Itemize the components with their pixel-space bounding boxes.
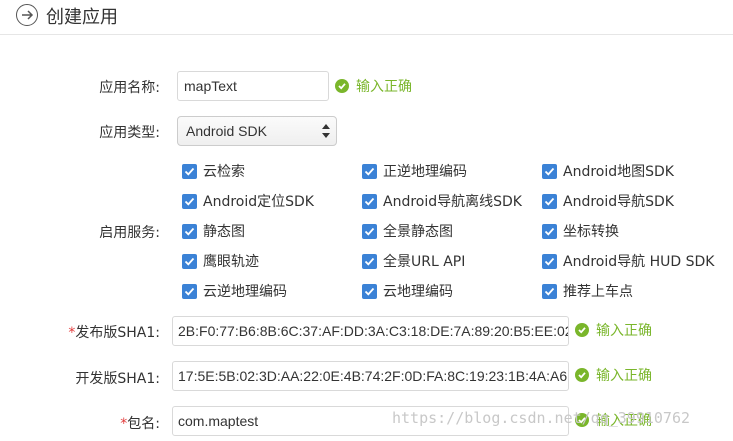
checkbox-checked-icon xyxy=(362,253,377,269)
service-label: 云地理编码 xyxy=(383,284,453,300)
select-arrows-icon xyxy=(322,124,330,138)
dev-sha1-input[interactable]: 17:5E:5B:02:3D:AA:22:0E:4B:74:2F:0D:FA:8… xyxy=(172,361,569,391)
release-sha1-input[interactable]: 2B:F0:77:B6:8B:6C:37:AF:DD:3A:C3:18:DE:7… xyxy=(172,316,569,346)
service-label: Android导航 HUD SDK xyxy=(563,254,715,270)
release-sha1-valid-text: 输入正确 xyxy=(596,323,652,339)
service-label: Android导航离线SDK xyxy=(383,194,522,210)
checkbox-checked-icon xyxy=(182,253,197,269)
service-label: 云逆地理编码 xyxy=(203,284,287,300)
service-checkbox[interactable]: 云地理编码 xyxy=(362,281,453,301)
check-circle-icon xyxy=(575,413,589,427)
service-checkbox[interactable]: Android导航离线SDK xyxy=(362,191,522,211)
page-header: 创建应用 xyxy=(0,0,733,34)
service-checkbox[interactable]: Android定位SDK xyxy=(182,191,314,211)
app-name-label: 应用名称: xyxy=(99,80,160,96)
service-label: 坐标转换 xyxy=(563,224,619,240)
checkbox-checked-icon xyxy=(542,163,557,179)
service-label: Android定位SDK xyxy=(203,194,314,210)
package-input[interactable]: com.maptest xyxy=(172,406,569,436)
dev-sha1-valid-text: 输入正确 xyxy=(596,368,652,384)
package-valid: 输入正确 xyxy=(575,410,652,430)
app-type-label: 应用类型: xyxy=(99,125,160,141)
app-name-valid: 输入正确 xyxy=(335,76,412,96)
checkbox-checked-icon xyxy=(542,223,557,239)
app-name-input[interactable]: mapText xyxy=(177,71,329,101)
check-circle-icon xyxy=(575,323,589,337)
service-label: Android地图SDK xyxy=(563,164,674,180)
release-sha1-label: *发布版SHA1: xyxy=(0,322,160,342)
service-checkbox[interactable]: 鹰眼轨迹 xyxy=(182,251,259,271)
checkbox-checked-icon xyxy=(362,193,377,209)
page-title: 创建应用 xyxy=(46,7,118,28)
service-label: 鹰眼轨迹 xyxy=(203,254,259,270)
checkbox-checked-icon xyxy=(542,253,557,269)
service-checkbox[interactable]: 云逆地理编码 xyxy=(182,281,287,301)
header-divider xyxy=(0,34,733,35)
service-label: 静态图 xyxy=(203,224,245,240)
app-type-select[interactable]: Android SDK xyxy=(177,116,337,146)
service-checkbox[interactable]: Android导航SDK xyxy=(542,191,674,211)
package-label-text: 包名: xyxy=(127,416,160,432)
service-checkbox[interactable]: Android地图SDK xyxy=(542,161,674,181)
service-label: 云检索 xyxy=(203,164,245,180)
checkbox-checked-icon xyxy=(542,193,557,209)
service-checkbox[interactable]: 坐标转换 xyxy=(542,221,619,241)
services-label: 启用服务: xyxy=(99,225,160,241)
service-label: 全景静态图 xyxy=(383,224,453,240)
service-checkbox[interactable]: 正逆地理编码 xyxy=(362,161,467,181)
checkbox-checked-icon xyxy=(182,223,197,239)
service-checkbox[interactable]: Android导航 HUD SDK xyxy=(542,251,714,271)
check-circle-icon xyxy=(335,79,349,93)
checkbox-checked-icon xyxy=(362,223,377,239)
checkbox-checked-icon xyxy=(182,283,197,299)
checkbox-checked-icon xyxy=(182,193,197,209)
release-sha1-label-text: 发布版SHA1: xyxy=(75,325,160,341)
service-label: 正逆地理编码 xyxy=(383,164,467,180)
check-circle-icon xyxy=(575,368,589,382)
dev-sha1-label: 开发版SHA1: xyxy=(75,371,160,387)
service-checkbox[interactable]: 云检索 xyxy=(182,161,245,181)
service-label: 推荐上车点 xyxy=(563,284,633,300)
app-name-valid-text: 输入正确 xyxy=(356,79,412,95)
service-checkbox[interactable]: 全景静态图 xyxy=(362,221,453,241)
service-checkbox[interactable]: 静态图 xyxy=(182,221,245,241)
checkbox-checked-icon xyxy=(182,163,197,179)
package-label: *包名: xyxy=(0,413,160,433)
service-checkbox[interactable]: 全景URL API xyxy=(362,251,465,271)
app-type-selected: Android SDK xyxy=(186,123,267,139)
release-sha1-valid: 输入正确 xyxy=(575,320,652,340)
service-checkbox[interactable]: 推荐上车点 xyxy=(542,281,633,301)
checkbox-checked-icon xyxy=(542,283,557,299)
service-label: Android导航SDK xyxy=(563,194,674,210)
package-valid-text: 输入正确 xyxy=(596,413,652,429)
checkbox-checked-icon xyxy=(362,283,377,299)
dev-sha1-valid: 输入正确 xyxy=(575,365,652,385)
back-arrow-icon[interactable] xyxy=(16,4,38,26)
checkbox-checked-icon xyxy=(362,163,377,179)
service-label: 全景URL API xyxy=(383,254,466,270)
